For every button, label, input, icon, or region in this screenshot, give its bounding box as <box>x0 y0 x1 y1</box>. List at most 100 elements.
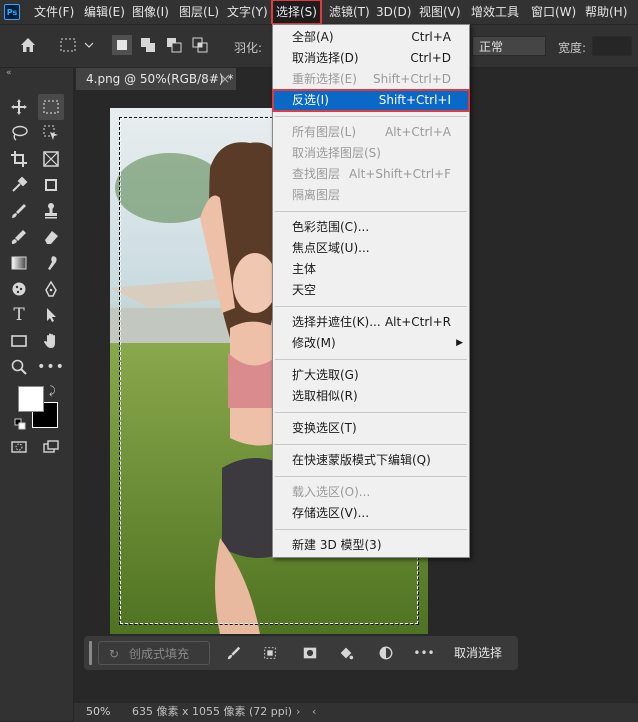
menu-help[interactable]: 帮助(H) <box>585 0 627 24</box>
close-tab-icon[interactable]: × <box>220 68 230 90</box>
smudge-tool-icon[interactable] <box>38 250 64 276</box>
menu-item-new-3d-model[interactable]: 新建 3D 模型(3) <box>273 535 469 556</box>
transform-selection-icon[interactable] <box>260 643 280 663</box>
menu-image[interactable]: 图像(I) <box>132 0 169 24</box>
menu-item-sky[interactable]: 天空 <box>273 280 469 301</box>
menu-edit[interactable]: 编辑(E) <box>84 0 125 24</box>
menu-item-deselect-layers[interactable]: 取消选择图层(S) <box>273 143 469 164</box>
menu-file[interactable]: 文件(F) <box>34 0 74 24</box>
menu-separator <box>275 476 467 477</box>
menu-separator <box>275 444 467 445</box>
screen-mode-icon[interactable] <box>38 434 64 460</box>
gradient-tool-icon[interactable] <box>6 250 32 276</box>
eraser-tool-icon[interactable] <box>38 224 64 250</box>
menu-item-all[interactable]: 全部(A) Ctrl+A <box>273 27 469 48</box>
menu-item-focus-area[interactable]: 焦点区域(U)... <box>273 238 469 259</box>
spot-healing-brush-icon[interactable] <box>6 198 32 224</box>
menu-item-grow[interactable]: 扩大选取(G) <box>273 365 469 386</box>
menu-item-modify[interactable]: 修改(M) ▶ <box>273 333 469 354</box>
menu-layer[interactable]: 图层(L) <box>179 0 219 24</box>
history-brush-icon[interactable] <box>6 224 32 250</box>
menu-item-color-range[interactable]: 色彩范围(C)... <box>273 217 469 238</box>
subtract-from-selection-icon[interactable] <box>164 35 184 55</box>
document-info[interactable]: 635 像素 x 1055 像素 (72 ppi) <box>132 703 292 721</box>
menu-item-transform-selection[interactable]: 变换选区(T) <box>273 418 469 439</box>
taskbar-drag-handle[interactable] <box>89 641 92 665</box>
quick-mask-icon[interactable] <box>6 434 32 460</box>
default-colors-icon[interactable] <box>14 418 26 430</box>
menu-separator <box>275 359 467 360</box>
menu-window[interactable]: 窗口(W) <box>531 0 576 24</box>
document-tab[interactable]: 4.png @ 50%(RGB/8#) * × <box>76 68 236 90</box>
menu-item-load-selection[interactable]: 载入选区(O)... <box>273 482 469 503</box>
zoom-level[interactable]: 50% <box>86 703 110 721</box>
menu-separator <box>275 412 467 413</box>
crop-tool-icon[interactable] <box>6 146 32 172</box>
fill-bucket-icon[interactable] <box>336 643 356 663</box>
adjustment-layer-icon[interactable] <box>376 643 396 663</box>
menu-item-isolate-layers[interactable]: 隔离图层 <box>273 185 469 206</box>
menu-separator <box>275 529 467 530</box>
lasso-tool-icon[interactable] <box>6 120 32 146</box>
object-selection-tool-icon[interactable] <box>38 120 64 146</box>
new-selection-icon[interactable] <box>112 35 132 55</box>
status-bar: 50% 635 像素 x 1055 像素 (72 ppi) › ‹ <box>74 702 638 722</box>
foreground-color-swatch[interactable] <box>18 386 44 412</box>
menu-bar: Ps 文件(F) 编辑(E) 图像(I) 图层(L) 文字(Y) 选择(S) 滤… <box>0 0 638 25</box>
menu-item-all-layers[interactable]: 所有图层(L) Alt+Ctrl+A <box>273 122 469 143</box>
hand-tool-icon[interactable] <box>38 328 64 354</box>
path-selection-tool-icon[interactable] <box>38 302 64 328</box>
width-input[interactable] <box>592 36 632 56</box>
frame-tool-icon[interactable] <box>38 146 64 172</box>
deselect-button[interactable]: 取消选择 <box>454 636 502 670</box>
menu-item-save-selection[interactable]: 存储选区(V)... <box>273 503 469 524</box>
more-tools-icon[interactable]: ••• <box>37 354 64 380</box>
rectangular-marquee-tool-icon[interactable] <box>38 94 64 120</box>
ruler-tool-icon[interactable] <box>38 172 64 198</box>
menu-item-reselect[interactable]: 重新选择(E) Shift+Ctrl+D <box>273 69 469 90</box>
status-arrow-left-icon[interactable]: ‹ <box>312 703 316 721</box>
menu-separator <box>275 211 467 212</box>
generative-fill-button[interactable]: ↻ 创成式填充 <box>98 641 210 665</box>
menu-filter[interactable]: 滤镜(T) <box>329 0 370 24</box>
more-options-icon[interactable]: ••• <box>413 643 434 663</box>
zoom-tool-icon[interactable] <box>6 354 32 380</box>
menu-item-subject[interactable]: 主体 <box>273 259 469 280</box>
menu-separator <box>275 306 467 307</box>
intersect-selection-icon[interactable] <box>190 35 210 55</box>
pen-tool-icon[interactable] <box>38 276 64 302</box>
mask-icon[interactable] <box>300 643 320 663</box>
clone-stamp-tool-icon[interactable] <box>38 198 64 224</box>
menu-item-select-and-mask[interactable]: 选择并遮住(K)... Alt+Ctrl+R <box>273 312 469 333</box>
menu-separator <box>275 116 467 117</box>
collapse-panel-icon[interactable]: « <box>6 68 12 78</box>
submenu-arrow-icon: ▶ <box>456 338 463 348</box>
menu-item-find-layers[interactable]: 查找图层 Alt+Shift+Ctrl+F <box>273 164 469 185</box>
style-select[interactable]: 正常 <box>472 36 546 56</box>
type-tool-icon[interactable]: T <box>6 302 32 328</box>
menu-3d[interactable]: 3D(D) <box>376 0 411 24</box>
menu-item-quick-mask[interactable]: 在快速蒙版模式下编辑(Q) <box>273 450 469 471</box>
eyedropper-tool-icon[interactable] <box>6 172 32 198</box>
tools-panel: « T ••• ⤸ <box>0 68 74 721</box>
brush-mask-icon[interactable] <box>224 643 244 663</box>
swap-colors-icon[interactable]: ⤸ <box>49 384 56 398</box>
menu-select[interactable]: 选择(S) <box>271 0 322 25</box>
menu-item-similar[interactable]: 选取相似(R) <box>273 386 469 407</box>
generative-fill-label: 创成式填充 <box>129 647 190 661</box>
status-arrow-right-icon[interactable]: › <box>296 703 300 721</box>
home-icon[interactable] <box>18 35 38 55</box>
sponge-tool-icon[interactable] <box>6 276 32 302</box>
add-to-selection-icon[interactable] <box>138 35 158 55</box>
move-tool-icon[interactable] <box>6 94 32 120</box>
marquee-tool-preset-icon[interactable] <box>58 35 98 55</box>
contextual-task-bar: ↻ 创成式填充 ••• 取消选择 <box>84 636 518 670</box>
document-tab-title: 4.png @ 50%(RGB/8#) * <box>86 72 234 86</box>
menu-item-deselect[interactable]: 取消选择(D) Ctrl+D <box>273 48 469 69</box>
menu-view[interactable]: 视图(V) <box>419 0 461 24</box>
menu-plugins[interactable]: 增效工具 <box>471 0 519 24</box>
menu-type[interactable]: 文字(Y) <box>227 0 268 24</box>
select-menu: 全部(A) Ctrl+A 取消选择(D) Ctrl+D 重新选择(E) Shift+C… <box>272 24 470 558</box>
menu-item-inverse[interactable]: 反选(I) Shift+Ctrl+I <box>272 89 470 112</box>
rectangle-tool-icon[interactable] <box>6 328 32 354</box>
